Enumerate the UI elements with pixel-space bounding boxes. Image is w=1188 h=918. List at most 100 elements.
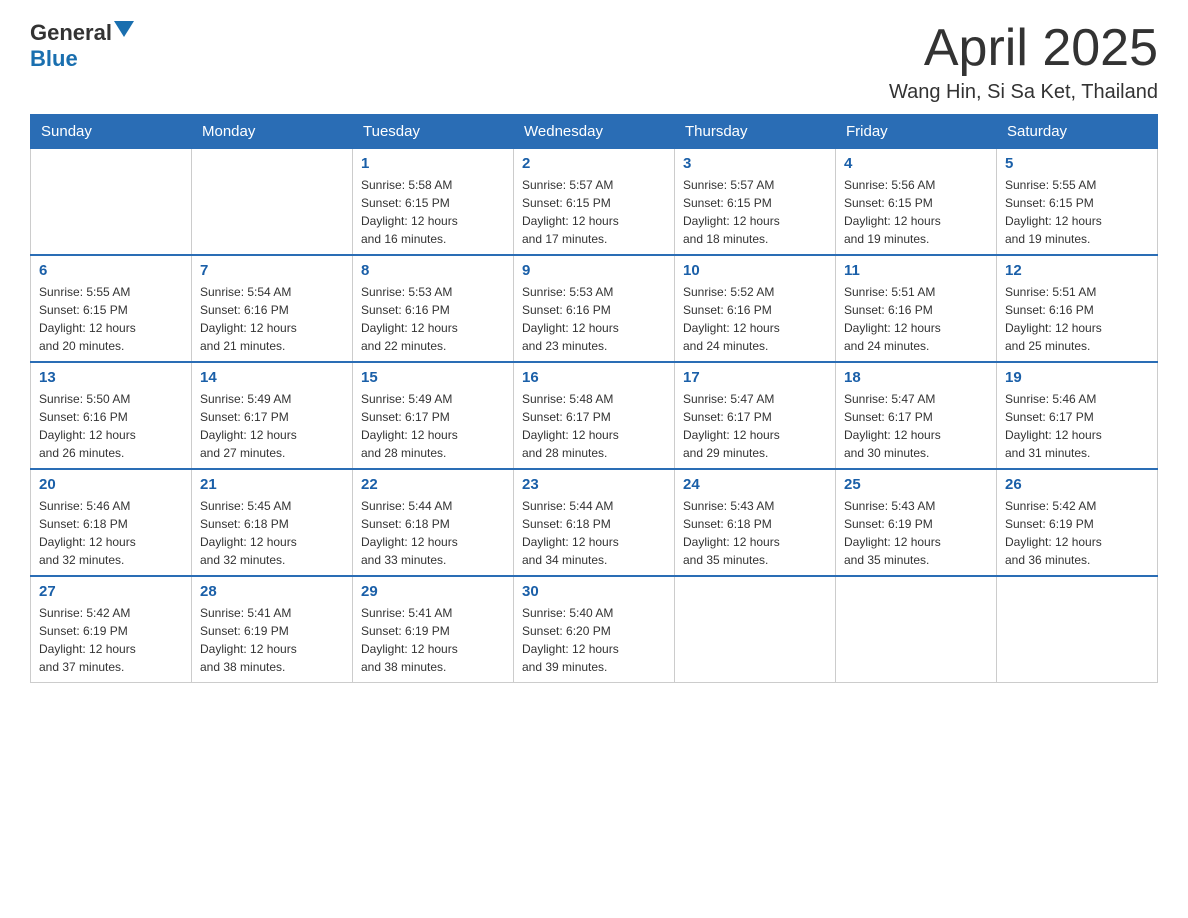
day-number: 19 [1005,369,1149,386]
title-block: April 2025 Wang Hin, Si Sa Ket, Thailand [889,20,1158,104]
day-number: 21 [200,476,344,493]
table-row: 28 Sunrise: 5:41 AM Sunset: 6:19 PM Dayli… [192,576,353,683]
day-info: Sunrise: 5:41 AM Sunset: 6:19 PM Dayligh… [361,604,505,676]
logo-general-text: General [30,20,112,46]
table-row: 24 Sunrise: 5:43 AM Sunset: 6:18 PM Dayli… [675,469,836,576]
day-info: Sunrise: 5:55 AM Sunset: 6:15 PM Dayligh… [39,283,183,355]
day-number: 23 [522,476,666,493]
table-row: 30 Sunrise: 5:40 AM Sunset: 6:20 PM Dayli… [514,576,675,683]
table-row: 29 Sunrise: 5:41 AM Sunset: 6:19 PM Dayli… [353,576,514,683]
day-info: Sunrise: 5:40 AM Sunset: 6:20 PM Dayligh… [522,604,666,676]
day-info: Sunrise: 5:47 AM Sunset: 6:17 PM Dayligh… [844,390,988,462]
table-row: 20 Sunrise: 5:46 AM Sunset: 6:18 PM Dayli… [31,469,192,576]
day-number: 3 [683,155,827,172]
table-row: 14Sunrise: 5:49 AM Sunset: 6:17 PM Dayli… [192,362,353,469]
day-number: 10 [683,262,827,279]
logo-blue-text: Blue [30,46,78,72]
day-number: 18 [844,369,988,386]
day-number: 9 [522,262,666,279]
table-row: 10 Sunrise: 5:52 AM Sunset: 6:16 PM Dayli… [675,255,836,362]
day-info: Sunrise: 5:54 AM Sunset: 6:16 PM Dayligh… [200,283,344,355]
day-info: Sunrise: 5:49 AM Sunset: 6:17 PM Dayligh… [361,390,505,462]
table-row: 26Sunrise: 5:42 AM Sunset: 6:19 PM Dayli… [997,469,1158,576]
logo-triangle-icon [114,21,134,41]
col-saturday: Saturday [997,115,1158,149]
col-friday: Friday [836,115,997,149]
table-row [192,149,353,256]
day-info: Sunrise: 5:57 AM Sunset: 6:15 PM Dayligh… [522,176,666,248]
table-row [675,576,836,683]
col-tuesday: Tuesday [353,115,514,149]
day-number: 30 [522,583,666,600]
day-number: 22 [361,476,505,493]
day-info: Sunrise: 5:46 AM Sunset: 6:17 PM Dayligh… [1005,390,1149,462]
day-info: Sunrise: 5:41 AM Sunset: 6:19 PM Dayligh… [200,604,344,676]
calendar-header-row: Sunday Monday Tuesday Wednesday Thursday… [31,115,1158,149]
day-number: 1 [361,155,505,172]
table-row: 2 Sunrise: 5:57 AM Sunset: 6:15 PM Daylig… [514,149,675,256]
calendar-week-row: 13 Sunrise: 5:50 AM Sunset: 6:16 PM Dayli… [31,362,1158,469]
day-number: 2 [522,155,666,172]
day-info: Sunrise: 5:52 AM Sunset: 6:16 PM Dayligh… [683,283,827,355]
table-row: 9 Sunrise: 5:53 AM Sunset: 6:16 PM Daylig… [514,255,675,362]
day-info: Sunrise: 5:46 AM Sunset: 6:18 PM Dayligh… [39,497,183,569]
day-number: 8 [361,262,505,279]
col-monday: Monday [192,115,353,149]
table-row: 25 Sunrise: 5:43 AM Sunset: 6:19 PM Dayli… [836,469,997,576]
day-info: Sunrise: 5:53 AM Sunset: 6:16 PM Dayligh… [361,283,505,355]
day-info: Sunrise: 5:53 AM Sunset: 6:16 PM Dayligh… [522,283,666,355]
table-row: 11 Sunrise: 5:51 AM Sunset: 6:16 PM Dayli… [836,255,997,362]
table-row: 5Sunrise: 5:55 AM Sunset: 6:15 PM Daylig… [997,149,1158,256]
table-row [31,149,192,256]
table-row: 22 Sunrise: 5:44 AM Sunset: 6:18 PM Dayli… [353,469,514,576]
day-number: 15 [361,369,505,386]
table-row: 3 Sunrise: 5:57 AM Sunset: 6:15 PM Daylig… [675,149,836,256]
calendar-week-row: 1Sunrise: 5:58 AM Sunset: 6:15 PM Daylig… [31,149,1158,256]
day-info: Sunrise: 5:50 AM Sunset: 6:16 PM Dayligh… [39,390,183,462]
table-row [836,576,997,683]
day-number: 16 [522,369,666,386]
day-info: Sunrise: 5:51 AM Sunset: 6:16 PM Dayligh… [844,283,988,355]
table-row: 17Sunrise: 5:47 AM Sunset: 6:17 PM Dayli… [675,362,836,469]
day-number: 28 [200,583,344,600]
location-subtitle: Wang Hin, Si Sa Ket, Thailand [889,81,1158,104]
day-info: Sunrise: 5:43 AM Sunset: 6:19 PM Dayligh… [844,497,988,569]
day-number: 13 [39,369,183,386]
table-row: 13 Sunrise: 5:50 AM Sunset: 6:16 PM Dayli… [31,362,192,469]
day-info: Sunrise: 5:43 AM Sunset: 6:18 PM Dayligh… [683,497,827,569]
table-row: 23 Sunrise: 5:44 AM Sunset: 6:18 PM Dayli… [514,469,675,576]
calendar-week-row: 6 Sunrise: 5:55 AM Sunset: 6:15 PM Daylig… [31,255,1158,362]
page-header: General Blue April 2025 Wang Hin, Si Sa … [30,20,1158,104]
day-info: Sunrise: 5:55 AM Sunset: 6:15 PM Dayligh… [1005,176,1149,248]
day-number: 29 [361,583,505,600]
day-number: 4 [844,155,988,172]
table-row: 16 Sunrise: 5:48 AM Sunset: 6:17 PM Dayli… [514,362,675,469]
day-number: 26 [1005,476,1149,493]
day-info: Sunrise: 5:56 AM Sunset: 6:15 PM Dayligh… [844,176,988,248]
table-row: 15 Sunrise: 5:49 AM Sunset: 6:17 PM Dayli… [353,362,514,469]
logo: General Blue [30,20,134,72]
day-info: Sunrise: 5:44 AM Sunset: 6:18 PM Dayligh… [361,497,505,569]
day-info: Sunrise: 5:42 AM Sunset: 6:19 PM Dayligh… [39,604,183,676]
day-info: Sunrise: 5:45 AM Sunset: 6:18 PM Dayligh… [200,497,344,569]
day-info: Sunrise: 5:57 AM Sunset: 6:15 PM Dayligh… [683,176,827,248]
day-number: 20 [39,476,183,493]
col-thursday: Thursday [675,115,836,149]
day-number: 24 [683,476,827,493]
col-wednesday: Wednesday [514,115,675,149]
table-row: 4 Sunrise: 5:56 AM Sunset: 6:15 PM Daylig… [836,149,997,256]
table-row: 8 Sunrise: 5:53 AM Sunset: 6:16 PM Daylig… [353,255,514,362]
day-number: 25 [844,476,988,493]
day-info: Sunrise: 5:48 AM Sunset: 6:17 PM Dayligh… [522,390,666,462]
day-number: 7 [200,262,344,279]
table-row: 21 Sunrise: 5:45 AM Sunset: 6:18 PM Dayli… [192,469,353,576]
table-row [997,576,1158,683]
day-number: 11 [844,262,988,279]
day-number: 6 [39,262,183,279]
day-info: Sunrise: 5:51 AM Sunset: 6:16 PM Dayligh… [1005,283,1149,355]
table-row: 12Sunrise: 5:51 AM Sunset: 6:16 PM Dayli… [997,255,1158,362]
calendar-week-row: 20 Sunrise: 5:46 AM Sunset: 6:18 PM Dayli… [31,469,1158,576]
day-number: 14 [200,369,344,386]
day-info: Sunrise: 5:44 AM Sunset: 6:18 PM Dayligh… [522,497,666,569]
day-number: 17 [683,369,827,386]
